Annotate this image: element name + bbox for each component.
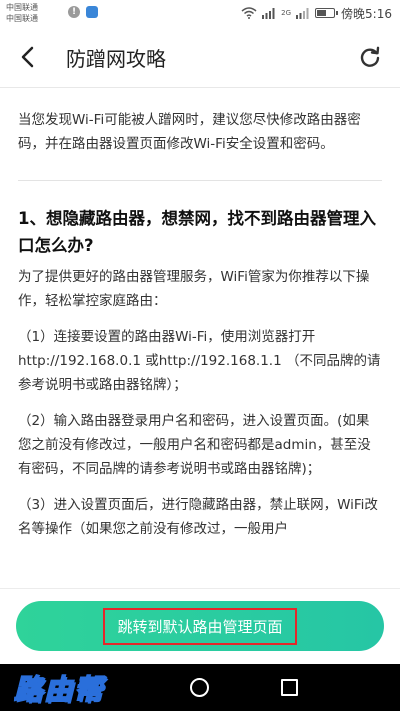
back-button[interactable] — [10, 39, 46, 75]
watermark-logo: 路由帮 — [13, 672, 105, 707]
wifi-icon — [241, 7, 257, 19]
page-title: 防蹭网攻略 — [66, 47, 166, 71]
section-intro: 为了提供更好的路由器管理服务，WiFi管家为你推荐以下操作，轻松掌控家庭路由： — [18, 269, 370, 309]
app-bar: 防蹭网攻略 — [0, 26, 400, 88]
refresh-button[interactable] — [352, 39, 388, 75]
battery-icon — [315, 8, 339, 18]
open-router-admin-button[interactable]: 跳转到默认路由管理页面 — [16, 601, 384, 651]
back-arrow-icon — [21, 46, 34, 68]
article-content[interactable]: 当您发现Wi-Fi可能被人蹭网时，建议您尽快修改路由器密码，并在路由器设置页面修… — [0, 89, 400, 586]
section-divider — [18, 180, 382, 181]
signal-icon — [262, 8, 275, 19]
section-title: 1、想隐藏路由器，想禁网，找不到路由器管理入口怎么办? — [18, 209, 376, 255]
clock-time: 傍晚5:16 — [341, 6, 392, 21]
bottom-action-bar: 跳转到默认路由管理页面 — [0, 588, 400, 664]
status-indicators: 2G 傍晚5:16 — [241, 3, 392, 23]
home-circle-icon[interactable] — [190, 678, 209, 697]
carrier-label-1: 中国联通 — [6, 3, 38, 12]
status-bar: 中国联通 中国联通 ! 2G 傍晚5:16 — [0, 0, 400, 26]
notification-app-icon — [86, 6, 98, 18]
open-router-admin-label: 跳转到默认路由管理页面 — [103, 607, 297, 645]
network-type-label: 2G — [281, 9, 292, 17]
notification-alert-icon: ! — [68, 6, 80, 18]
refresh-icon — [360, 46, 380, 67]
recent-apps-square-icon[interactable] — [281, 679, 298, 696]
carrier-label-2: 中国联通 — [6, 14, 38, 23]
step-paragraph-2: （2）输入路由器登录用户名和密码，进入设置页面。(如果您之前没有修改过，一般用户… — [18, 413, 371, 477]
step-paragraph-3: （3）进入设置页面后，进行隐藏路由器，禁止联网，WiFi改名等操作（如果您之前没… — [18, 497, 378, 537]
step-paragraph-1: （1）连接要设置的路由器Wi-Fi，使用浏览器打开http://192.168.… — [18, 329, 381, 393]
intro-paragraph: 当您发现Wi-Fi可能被人蹭网时，建议您尽快修改路由器密码，并在路由器设置页面修… — [18, 112, 361, 152]
system-nav-bar: 路由帮 — [0, 664, 400, 711]
signal-icon-2 — [296, 8, 309, 19]
